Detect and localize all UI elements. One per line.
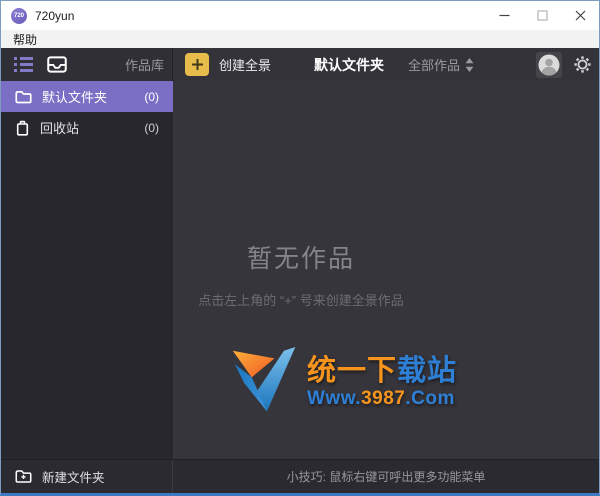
watermark-name-orange: 统一下	[307, 355, 397, 387]
toolbar-left-section: 作品库	[1, 48, 173, 81]
create-panorama-label: 创建全景	[219, 55, 271, 74]
plus-icon	[185, 53, 209, 76]
empty-state-hint: 点击左上角的 “+” 号来创建全景作品	[173, 290, 429, 309]
new-folder-label: 新建文件夹	[42, 467, 105, 486]
watermark: 统一下载站 Www.3987.Com	[229, 344, 457, 422]
window-controls	[485, 1, 599, 30]
app-body: 默认文件夹 (0) 回收站 (0) 暂无作品 点击左上角的 “+” 号来创建全景…	[1, 81, 599, 459]
empty-state: 暂无作品 点击左上角的 “+” 号来创建全景作品	[173, 239, 429, 309]
new-folder-button[interactable]: 新建文件夹	[1, 460, 173, 493]
sidebar-item-count: (0)	[144, 121, 159, 135]
user-avatar-button[interactable]	[536, 52, 562, 78]
new-folder-icon	[15, 469, 32, 484]
watermark-name-blue: 载站	[397, 355, 457, 387]
gear-icon	[574, 56, 591, 73]
inbox-icon	[47, 56, 67, 73]
list-icon	[14, 57, 33, 72]
watermark-text: 统一下载站 Www.3987.Com	[307, 356, 457, 410]
title-bar: 720 720yun	[1, 1, 599, 30]
sort-arrows-icon	[465, 58, 474, 72]
app-window: 720 720yun 帮助	[0, 0, 600, 496]
folder-icon	[15, 90, 32, 104]
sidebar: 默认文件夹 (0) 回收站 (0)	[1, 81, 173, 459]
close-button[interactable]	[561, 1, 599, 30]
close-icon	[575, 10, 586, 21]
window-title: 720yun	[35, 9, 74, 23]
avatar-icon	[538, 54, 560, 76]
footer-tip: 小技巧: 鼠标右键可呼出更多功能菜单	[287, 468, 486, 485]
current-folder-title: 默认文件夹	[314, 55, 384, 75]
works-content-area: 暂无作品 点击左上角的 “+” 号来创建全景作品	[173, 81, 599, 459]
footer-bar: 新建文件夹 小技巧: 鼠标右键可呼出更多功能菜单	[1, 459, 599, 493]
watermark-url-number: 3987	[361, 388, 405, 409]
maximize-icon	[537, 10, 548, 21]
create-panorama-button[interactable]: 创建全景	[185, 53, 271, 76]
watermark-url-prefix: Www.	[307, 388, 361, 409]
menu-bar: 帮助	[1, 30, 599, 48]
toolbar: 作品库 创建全景 默认文件夹 全部作品	[1, 48, 599, 81]
minimize-button[interactable]	[485, 1, 523, 30]
library-label: 作品库	[125, 55, 164, 74]
watermark-url-suffix: .Com	[405, 388, 455, 409]
list-view-button[interactable]	[14, 57, 33, 72]
sidebar-item-recycle-bin[interactable]: 回收站 (0)	[1, 112, 173, 143]
empty-state-title: 暂无作品	[173, 239, 429, 275]
watermark-site-name: 统一下载站	[307, 356, 457, 386]
sidebar-item-label: 回收站	[40, 118, 79, 137]
app-logo-icon: 720	[11, 8, 27, 24]
trash-icon	[15, 120, 30, 136]
menu-item-help[interactable]: 帮助	[9, 31, 41, 48]
watermark-site-url: Www.3987.Com	[307, 388, 457, 410]
works-filter-dropdown[interactable]: 全部作品	[408, 55, 474, 74]
watermark-logo-icon	[229, 344, 301, 422]
library-inbox-button[interactable]	[47, 56, 67, 73]
works-filter-label: 全部作品	[408, 55, 460, 74]
footer-tip-section: 小技巧: 鼠标右键可呼出更多功能菜单	[173, 460, 599, 493]
minimize-icon	[499, 10, 510, 21]
maximize-button[interactable]	[523, 1, 561, 30]
sidebar-item-count: (0)	[144, 90, 159, 104]
sidebar-item-label: 默认文件夹	[42, 87, 107, 106]
settings-button[interactable]	[574, 56, 591, 73]
sidebar-item-default-folder[interactable]: 默认文件夹 (0)	[1, 81, 173, 112]
toolbar-main-section: 创建全景 默认文件夹 全部作品	[173, 48, 599, 81]
